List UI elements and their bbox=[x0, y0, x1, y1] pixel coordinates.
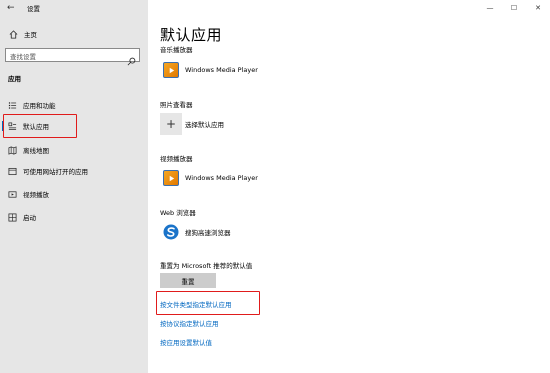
minimize-button[interactable]: — bbox=[478, 0, 502, 16]
window-controls: — ☐ ✕ bbox=[478, 0, 550, 16]
maximize-button[interactable]: ☐ bbox=[502, 0, 526, 16]
plus-icon: + bbox=[160, 113, 182, 135]
sidebar-item-label: 启动 bbox=[23, 214, 36, 222]
highlight-box-file-type-link bbox=[156, 291, 260, 315]
web-browser-app-button[interactable]: 搜狗高速浏览器 bbox=[160, 221, 231, 243]
offline-map-icon bbox=[7, 145, 17, 155]
sidebar-item-label: 离线地图 bbox=[23, 147, 49, 155]
web-browser-app-name: 搜狗高速浏览器 bbox=[185, 229, 231, 237]
search-placeholder: 查找设置 bbox=[10, 53, 36, 61]
search-icon[interactable] bbox=[127, 51, 136, 66]
photo-viewer-app-button[interactable]: + 选择默认应用 bbox=[160, 113, 224, 135]
video-player-app-name: Windows Media Player bbox=[185, 174, 258, 182]
apps-for-websites-icon bbox=[7, 166, 17, 176]
highlight-box-default-apps bbox=[3, 114, 77, 138]
back-button[interactable]: ← bbox=[7, 2, 19, 14]
page-title: 默认应用 bbox=[160, 26, 223, 44]
window-title: 设置 bbox=[27, 5, 40, 13]
apps-list-icon bbox=[7, 100, 17, 110]
sidebar-item-label: 可使用网站打开的应用 bbox=[23, 168, 88, 176]
close-button[interactable]: ✕ bbox=[526, 0, 550, 16]
reset-label: 重置为 Microsoft 推荐的默认值 bbox=[160, 262, 253, 270]
music-player-app-button[interactable]: Windows Media Player bbox=[160, 59, 258, 81]
home-label: 主页 bbox=[24, 31, 37, 39]
windows-media-player-icon bbox=[160, 59, 182, 81]
photo-viewer-label: 照片查看器 bbox=[160, 101, 193, 109]
sidebar-item-label: 应用和功能 bbox=[23, 102, 56, 110]
home-icon bbox=[8, 29, 18, 39]
sidebar-item-apps-for-websites[interactable]: 可使用网站打开的应用 bbox=[0, 161, 148, 181]
reset-button[interactable]: 重置 bbox=[160, 273, 216, 288]
sidebar-item-video-playback[interactable]: 视频播放 bbox=[0, 184, 148, 204]
link-by-protocol[interactable]: 按协议指定默认应用 bbox=[160, 318, 219, 328]
home-nav-item[interactable]: 主页 bbox=[8, 28, 37, 40]
web-browser-label: Web 浏览器 bbox=[160, 209, 196, 217]
windows-media-player-icon bbox=[160, 167, 182, 189]
section-title: 应用 bbox=[8, 75, 21, 83]
sidebar-item-label: 视频播放 bbox=[23, 191, 49, 199]
sogou-browser-icon bbox=[160, 221, 182, 243]
link-by-app[interactable]: 按应用设置默认值 bbox=[160, 337, 212, 347]
photo-viewer-app-name: 选择默认应用 bbox=[185, 121, 224, 129]
sidebar-item-offline-maps[interactable]: 离线地图 bbox=[0, 140, 148, 160]
video-playback-icon bbox=[7, 189, 17, 199]
video-player-app-button[interactable]: Windows Media Player bbox=[160, 167, 258, 189]
sidebar-item-apps-features[interactable]: 应用和功能 bbox=[0, 95, 148, 115]
search-input[interactable]: 查找设置 bbox=[5, 48, 140, 66]
video-player-label: 视频播放器 bbox=[160, 155, 193, 163]
music-player-label: 音乐播放器 bbox=[160, 46, 193, 54]
music-player-app-name: Windows Media Player bbox=[185, 66, 258, 74]
sidebar: ← 设置 主页 查找设置 应用 应用和功能 默认应用 离线地图 可使用网站打开的… bbox=[0, 0, 148, 373]
startup-icon bbox=[7, 212, 17, 222]
sidebar-item-startup[interactable]: 启动 bbox=[0, 207, 148, 227]
